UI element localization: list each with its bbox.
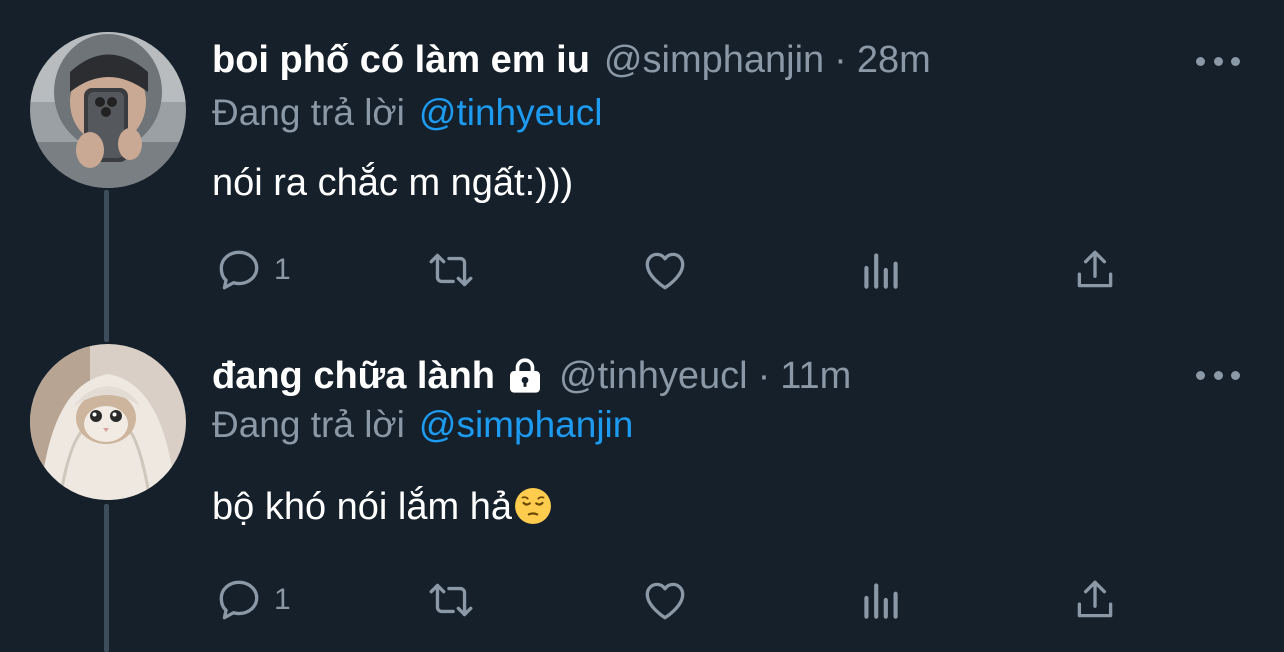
retweet-icon	[429, 583, 473, 617]
reply-icon	[219, 250, 259, 290]
views-icon	[864, 583, 898, 619]
like-icon	[645, 252, 685, 290]
reply-count: 1	[274, 253, 291, 286]
lock-icon	[510, 358, 540, 393]
user-handle[interactable]: @tinhyeucl	[559, 355, 748, 398]
avatar[interactable]	[30, 32, 186, 188]
views-button[interactable]	[856, 240, 906, 300]
share-button[interactable]	[1070, 570, 1120, 630]
tweet[interactable]: đang chữa lành @tinhyeucl · 11m Đang trả…	[0, 330, 1284, 652]
replying-to-label: Đang trả lời	[212, 404, 405, 445]
tweet-header: boi phố có làm em iu @simphanjin · 28m	[212, 30, 931, 90]
avatar-cat-in-blanket-image	[30, 344, 186, 500]
tweet[interactable]: boi phố có làm em iu @simphanjin · 28m Đ…	[0, 0, 1284, 330]
action-bar: 1	[0, 570, 1284, 630]
user-handle[interactable]: @simphanjin	[604, 39, 824, 82]
reply-button[interactable]: 1	[214, 240, 291, 300]
share-button[interactable]	[1070, 240, 1120, 300]
tweet-text-content: bộ khó nói lắm hả	[212, 486, 512, 528]
share-icon	[1077, 250, 1113, 288]
timestamp[interactable]: 11m	[780, 355, 851, 398]
replying-to: Đang trả lời @simphanjin	[212, 404, 633, 446]
retweet-icon	[429, 253, 473, 287]
mention-link[interactable]: @simphanjin	[419, 404, 633, 445]
retweet-button[interactable]	[426, 570, 476, 630]
tweet-header: đang chữa lành @tinhyeucl · 11m	[212, 346, 851, 406]
tweet-text: bộ khó nói lắm hả	[212, 486, 552, 529]
share-icon	[1077, 580, 1113, 618]
more-icon[interactable]	[1196, 46, 1240, 76]
reply-count: 1	[274, 583, 291, 616]
retweet-button[interactable]	[426, 240, 476, 300]
action-bar: 1	[0, 240, 1284, 300]
replying-to-label: Đang trả lời	[212, 92, 405, 133]
reply-icon	[219, 580, 259, 620]
views-button[interactable]	[856, 570, 906, 630]
more-icon[interactable]	[1196, 360, 1240, 390]
replying-to: Đang trả lời @tinhyeucl	[212, 92, 603, 134]
reply-button[interactable]: 1	[214, 570, 291, 630]
avatar-man-holding-phone-image	[30, 32, 186, 188]
like-button[interactable]	[640, 570, 690, 630]
views-icon	[864, 253, 898, 289]
display-name[interactable]: boi phố có làm em iu	[212, 39, 590, 82]
mention-link[interactable]: @tinhyeucl	[419, 92, 603, 133]
avatar[interactable]	[30, 344, 186, 500]
display-name[interactable]: đang chữa lành	[212, 355, 495, 398]
timestamp[interactable]: 28m	[857, 39, 931, 82]
tweet-text: nói ra chắc m ngất:)))	[212, 162, 574, 204]
separator-dot: ·	[834, 38, 847, 81]
like-button[interactable]	[640, 240, 690, 300]
pensive-face-emoji	[515, 488, 551, 524]
separator-dot: ·	[757, 354, 771, 397]
like-icon	[645, 582, 685, 620]
